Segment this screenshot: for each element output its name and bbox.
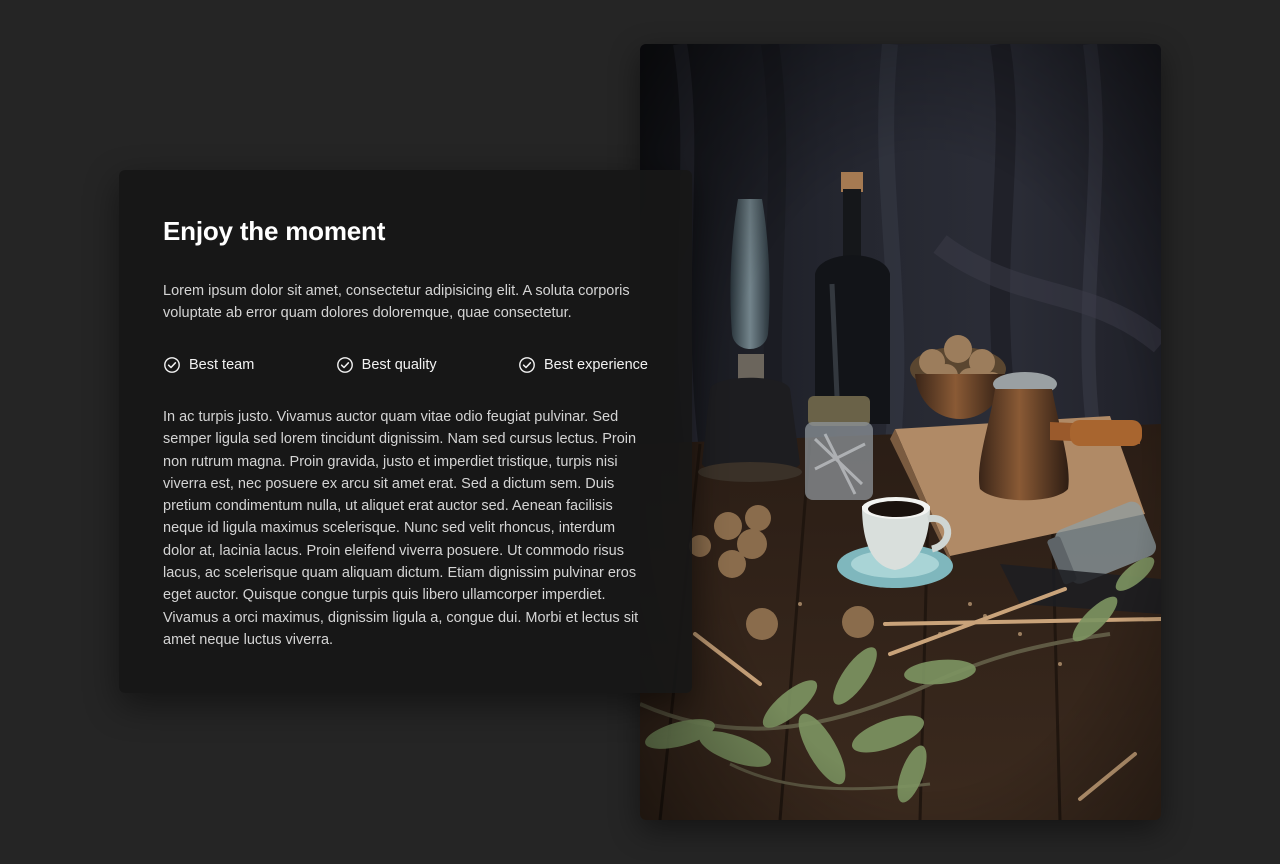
card-title: Enjoy the moment	[163, 216, 386, 246]
feature-item-best-quality: Best quality	[336, 354, 437, 376]
body-text: In ac turpis justo. Vivamus auctor quam …	[163, 409, 639, 648]
still-life-photo	[640, 44, 1161, 820]
content-card: Enjoy the moment Lorem ipsum dolor sit a…	[119, 170, 692, 693]
feature-label: Best quality	[361, 357, 437, 373]
feature-item-best-experience: Best experience	[518, 354, 648, 376]
still-life-illustration	[640, 44, 1161, 820]
page: Enjoy the moment Lorem ipsum dolor sit a…	[0, 0, 1280, 864]
intro-text: Lorem ipsum dolor sit amet, consectetur …	[163, 283, 630, 321]
check-circle-icon	[518, 356, 536, 374]
feature-item-best-team: Best team	[163, 354, 254, 376]
feature-label: Best team	[189, 357, 255, 373]
feature-label: Best experience	[544, 357, 648, 373]
check-circle-icon	[336, 356, 354, 374]
check-circle-icon	[163, 356, 181, 374]
features-list: Best team Best quality Best experience	[163, 354, 648, 376]
